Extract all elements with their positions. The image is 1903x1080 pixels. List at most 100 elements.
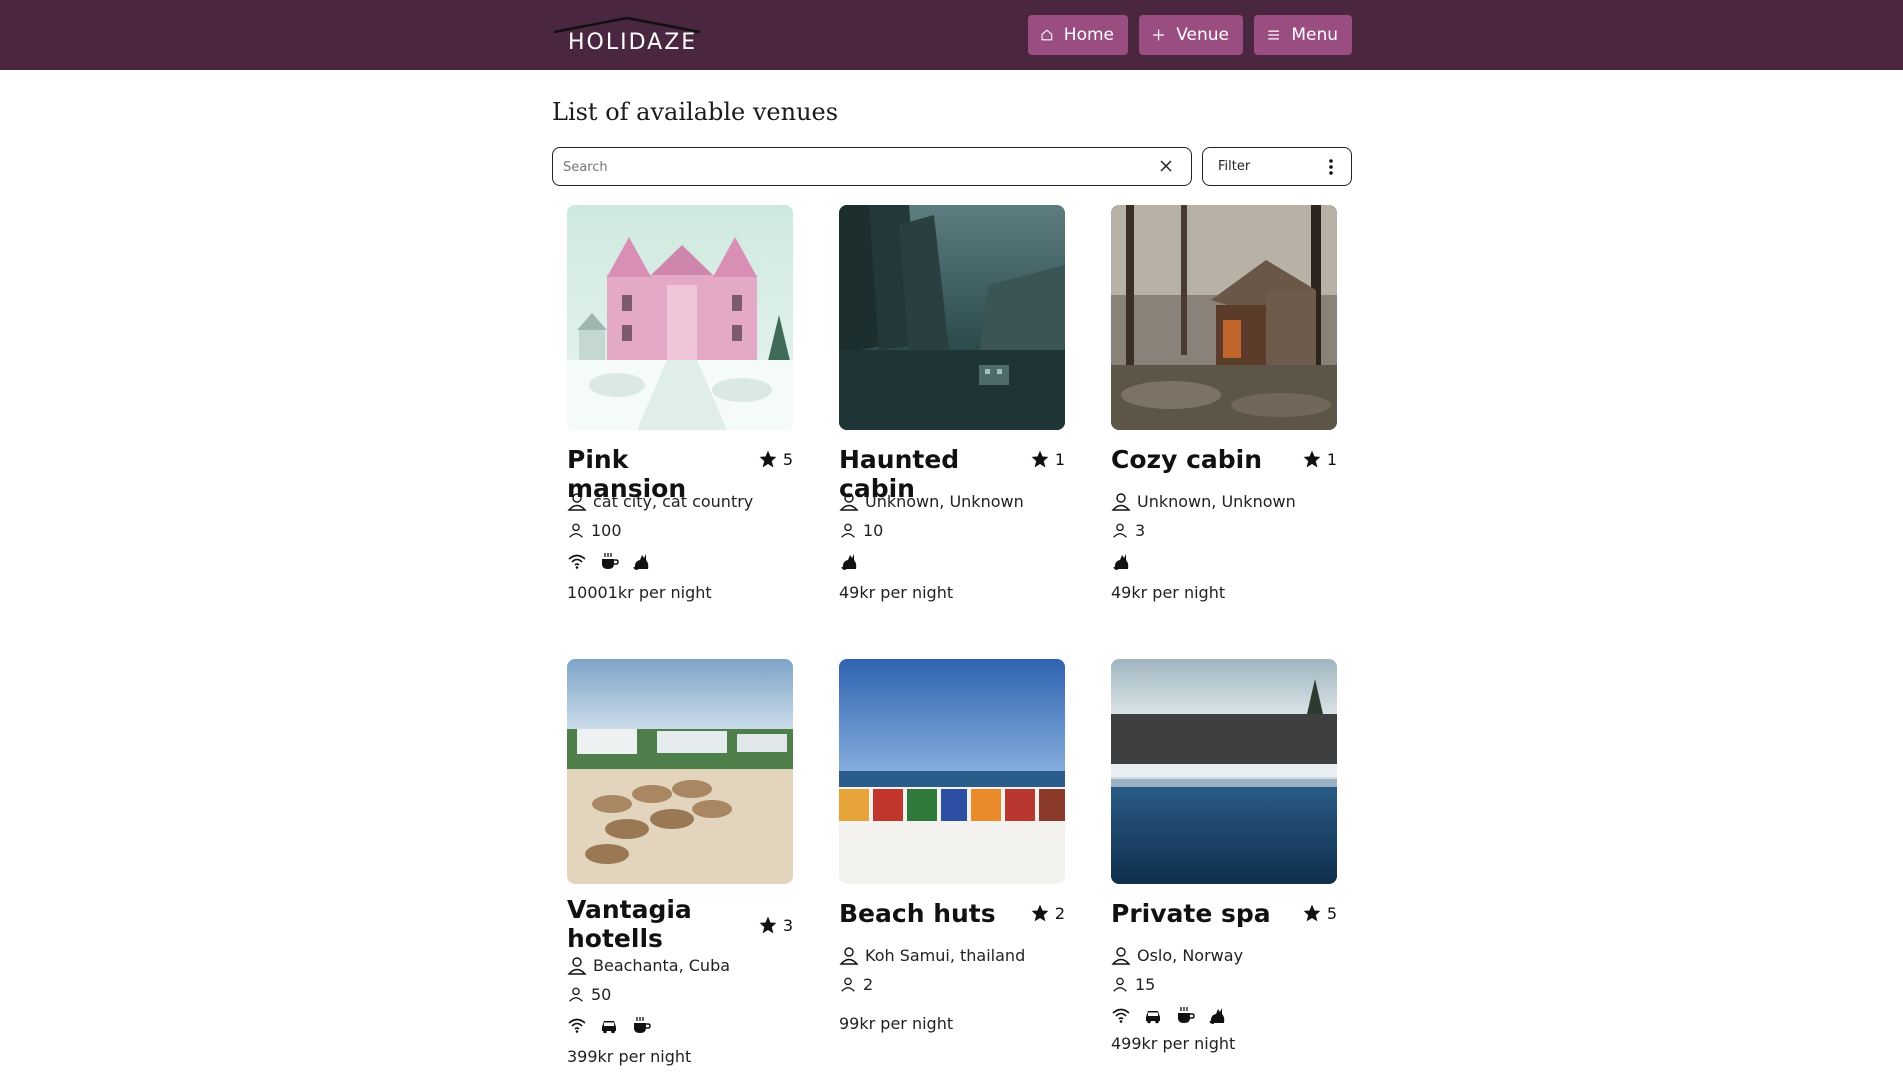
clear-icon[interactable] [1159,159,1173,173]
pets-icon [1209,1008,1225,1024]
guests-icon [1113,523,1127,538]
star-icon [1303,450,1321,468]
filter-label: Filter [1218,159,1251,174]
guests-icon [841,977,855,992]
menu-label: Menu [1291,25,1338,45]
venue-rating: 1 [1302,449,1337,469]
add-venue-button[interactable]: Venue [1139,15,1243,55]
guests-icon [1113,977,1127,992]
vantagia-hotells-photo [567,659,793,884]
venue-image[interactable] [567,659,793,884]
venue-rating: 3 [758,915,793,935]
venue-guests: 50 [567,985,611,1004]
rating-value: 1 [1326,449,1337,469]
guests-icon [569,523,583,538]
venue-amenities [839,550,871,572]
pets-icon [633,554,649,570]
venue-guests: 2 [839,975,873,994]
location-text: Unknown, Unknown [1137,491,1296,511]
pets-icon [1113,554,1129,570]
home-label: Home [1063,25,1114,45]
more-vertical-icon [1329,159,1333,175]
location-text: Oslo, Norway [1137,945,1244,965]
location-text: Koh Samui, thailand [865,945,1026,965]
location-icon [1111,947,1131,965]
wifi-icon [568,554,586,569]
venue-name[interactable]: Private spa [1111,899,1291,928]
pink-mansion-photo [567,205,793,430]
rating-value: 2 [1054,903,1065,923]
breakfast-icon [1178,1007,1195,1023]
venue-name[interactable]: Cozy cabin [1111,445,1291,474]
venue-image[interactable] [839,205,1065,430]
venue-image[interactable] [839,659,1065,884]
cozy-cabin-photo [1111,205,1337,430]
guests-count: 10 [863,521,884,540]
venue-price: 10001kr per night [567,583,712,602]
venue-image[interactable] [1111,205,1337,430]
venue-image[interactable] [567,205,793,430]
venue-amenities [1111,550,1143,572]
guests-count: 15 [1135,975,1156,994]
venue-location: Koh Samui, thailand [839,945,1025,965]
venue-amenities [1111,1004,1239,1026]
wifi-icon [1112,1008,1130,1023]
location-text: Beachanta, Cuba [593,955,731,975]
parking-icon [602,1021,616,1034]
parking-icon [1146,1011,1160,1024]
venue-price: 499kr per night [1111,1034,1236,1053]
star-icon [759,916,777,934]
logo-text: HOLIDAZE [568,30,698,55]
location-icon [567,957,587,975]
star-icon [1031,904,1049,922]
venue-guests: 100 [567,521,622,540]
top-navbar: HOLIDAZE Home Venue Menu [0,0,1903,70]
venue-price: 49kr per night [1111,583,1226,602]
location-text: Unknown, Unknown [865,491,1024,511]
venue-location: Unknown, Unknown [1111,491,1296,511]
private-spa-photo [1111,659,1337,884]
location-icon [839,947,859,965]
home-button[interactable]: Home [1028,15,1128,55]
search-box [552,147,1192,186]
location-icon [1111,493,1131,511]
beach-huts-photo [839,659,1065,884]
guests-count: 50 [591,985,612,1004]
wifi-icon [568,1018,586,1033]
venue-location: Beachanta, Cuba [567,955,730,975]
haunted-cabin-photo [839,205,1065,430]
location-icon [839,493,859,511]
breakfast-icon [602,553,619,569]
menu-button[interactable]: Menu [1254,15,1352,55]
plus-icon [1153,29,1164,41]
venue-price: 399kr per night [567,1047,692,1066]
guests-icon [841,523,855,538]
venue-amenities [567,1014,663,1036]
venue-location: cat city, cat country [567,491,753,511]
guests-count: 2 [863,975,874,994]
venue-price: 99kr per night [839,1014,954,1033]
home-icon [1041,29,1053,41]
hamburger-icon [1268,30,1280,40]
venue-guests: 3 [1111,521,1145,540]
venue-amenities [567,550,663,572]
rating-value: 5 [782,449,793,469]
search-input[interactable] [563,157,1143,177]
venue-guests: 15 [1111,975,1155,994]
breakfast-icon [634,1017,651,1033]
rating-value: 3 [782,915,793,935]
guests-icon [569,987,583,1002]
venue-location: Unknown, Unknown [839,491,1024,511]
filter-button[interactable]: Filter [1202,147,1352,186]
venue-price: 49kr per night [839,583,954,602]
venue-location: Oslo, Norway [1111,945,1243,965]
rating-value: 5 [1326,903,1337,923]
holidaze-logo[interactable]: HOLIDAZE [552,16,702,56]
venue-name[interactable]: Vantagia hotells [567,895,747,953]
star-icon [759,450,777,468]
venue-guests: 10 [839,521,883,540]
venue-name[interactable]: Beach huts [839,899,1019,928]
guests-count: 100 [591,521,622,540]
venue-image[interactable] [1111,659,1337,884]
pets-icon [841,554,857,570]
